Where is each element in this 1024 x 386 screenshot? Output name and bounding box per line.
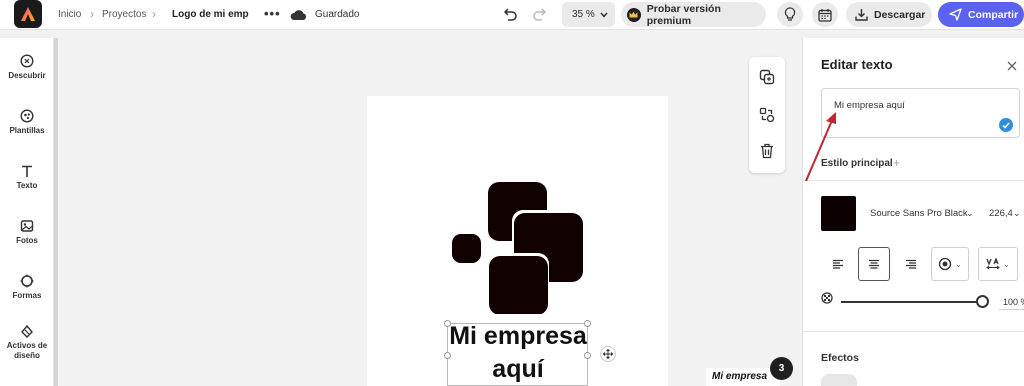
sidebar-item-label: Plantillas — [9, 126, 45, 135]
page-count-badge[interactable]: 3 — [770, 357, 793, 380]
lightbulb-icon — [784, 7, 796, 21]
sidebar-item-label: Formas — [12, 291, 42, 300]
chevron-down-icon: ⌄ — [955, 259, 962, 269]
breadcrumb-projects[interactable]: Proyectos — [102, 9, 146, 20]
top-bar: Inicio › Proyectos › Logo de mi emp ••• … — [0, 0, 1024, 30]
cloud-icon — [290, 8, 307, 26]
chevron-down-icon: ⌄ — [1003, 259, 1010, 269]
crown-icon — [627, 7, 641, 22]
sidebar-item-label: Fotos — [16, 236, 38, 245]
text-style-dropdown[interactable]: ⌄ — [931, 247, 969, 281]
more-options-icon[interactable]: ••• — [264, 6, 281, 21]
sidebar-item-label: Texto — [16, 181, 38, 190]
save-status: Guardado — [315, 9, 360, 20]
sidebar-item-design-assets[interactable]: Activos de diseño — [0, 324, 54, 360]
align-center-icon — [869, 259, 879, 269]
align-left-button[interactable] — [822, 247, 854, 281]
sidebar-item-text[interactable]: Texto — [0, 164, 54, 191]
align-left-icon — [833, 259, 843, 269]
left-sidebar: Descubrir Plantillas Texto Fotos Formas … — [0, 38, 54, 386]
redo-icon[interactable] — [532, 6, 548, 27]
download-icon — [855, 9, 868, 21]
sidebar-item-label: Activos de diseño — [6, 341, 48, 360]
chevron-down-icon[interactable]: ⌄ — [966, 208, 974, 219]
sidebar-item-shapes[interactable]: Formas — [0, 274, 54, 301]
duplicate-icon[interactable] — [759, 69, 775, 90]
chevron-down-icon[interactable]: ⌄ — [1013, 208, 1021, 219]
opacity-slider-handle[interactable] — [976, 295, 989, 308]
send-icon — [949, 8, 962, 21]
share-button[interactable]: Compartir — [938, 2, 1024, 27]
opacity-slider-track[interactable] — [841, 301, 977, 303]
download-label: Descargar — [874, 8, 926, 21]
move-icon[interactable] — [600, 346, 616, 362]
undo-icon[interactable] — [502, 6, 518, 27]
format-icon — [938, 257, 952, 271]
discover-icon — [20, 54, 34, 68]
photos-icon — [20, 220, 34, 232]
calendar-icon — [818, 8, 832, 22]
replace-icon[interactable] — [759, 107, 775, 128]
align-right-icon — [906, 259, 916, 269]
chevron-right-icon: › — [90, 7, 94, 21]
design-assets-icon — [21, 324, 33, 338]
align-center-button[interactable] — [858, 247, 890, 281]
character-spacing-dropdown[interactable]: ⌄ — [978, 247, 1018, 281]
close-icon[interactable] — [1007, 58, 1017, 76]
align-right-button[interactable] — [895, 247, 927, 281]
font-family-select[interactable]: Source Sans Pro Black — [870, 208, 968, 219]
text-icon — [22, 165, 32, 177]
share-label: Compartir — [968, 8, 1019, 21]
text-content-field[interactable]: Mi empresa aquí — [821, 88, 1020, 138]
trash-icon[interactable] — [759, 143, 775, 164]
add-style-icon[interactable]: + — [893, 156, 900, 170]
sidebar-item-label: Descubrir — [8, 71, 46, 80]
sidebar-item-discover[interactable]: Descubrir — [0, 54, 54, 81]
opacity-icon — [821, 291, 833, 309]
check-icon — [999, 118, 1013, 132]
floating-toolbar — [749, 57, 785, 173]
templates-icon — [20, 109, 34, 123]
divider — [803, 331, 1024, 332]
sidebar-item-templates[interactable]: Plantillas — [0, 109, 54, 136]
canvas-text-line-2[interactable]: aquí — [449, 355, 587, 384]
zoom-select[interactable]: 35 % — [562, 2, 615, 27]
font-size-select[interactable]: 226,4 — [989, 208, 1013, 219]
page-thumbnail[interactable]: Mi empresa — [706, 368, 780, 386]
annotation-arrow — [805, 112, 836, 182]
lightbulb-button[interactable] — [777, 2, 803, 27]
letter-spacing-icon — [986, 258, 1000, 270]
sidebar-item-photos[interactable]: Fotos — [0, 219, 54, 246]
text-color-swatch[interactable] — [821, 196, 856, 231]
panel-title: Editar texto — [821, 57, 893, 72]
zoom-value: 35 % — [572, 9, 595, 20]
try-premium-button[interactable]: Probar versión premium — [621, 2, 766, 27]
sidebar-scrollbar[interactable] — [54, 38, 58, 386]
premium-label: Probar versión premium — [646, 2, 721, 27]
effects-heading: Efectos — [821, 352, 859, 364]
download-button[interactable]: Descargar — [846, 2, 932, 27]
document-title[interactable]: Logo de mi emp — [172, 9, 249, 20]
logo-graphic[interactable] — [452, 182, 587, 314]
opacity-input[interactable]: 100 % — [999, 294, 1024, 310]
chevron-right-icon: › — [152, 7, 156, 21]
chevron-down-icon — [600, 12, 608, 18]
effect-thumbnail[interactable] — [821, 374, 857, 386]
edit-text-panel: Editar texto Mi empresa aquí Estilo prin… — [802, 38, 1024, 386]
canvas-text-line-1[interactable]: Mi empresa — [449, 322, 587, 351]
breadcrumb-home[interactable]: Inicio — [58, 9, 81, 20]
shapes-icon — [20, 274, 34, 288]
app-logo-icon[interactable] — [14, 0, 42, 28]
calendar-button[interactable] — [812, 2, 838, 27]
